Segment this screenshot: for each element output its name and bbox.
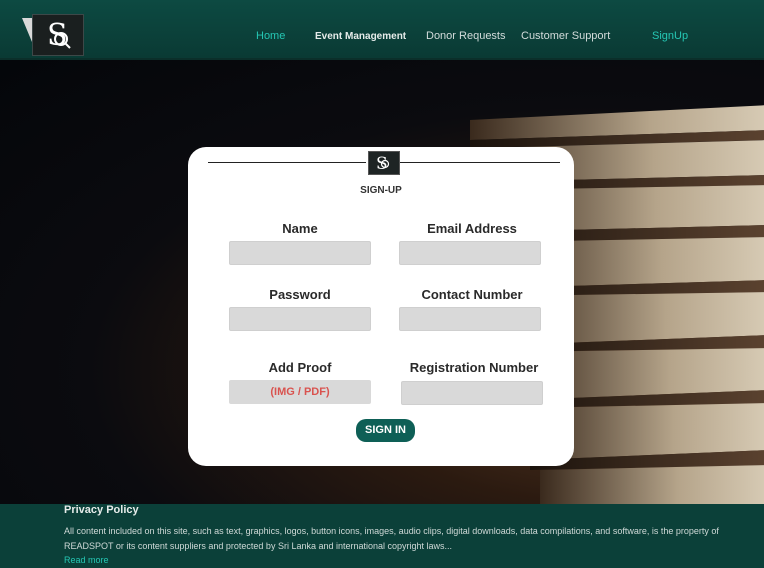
contact-input[interactable] <box>399 307 541 331</box>
divider-left <box>208 162 366 163</box>
read-more-link[interactable]: Read more <box>64 555 109 565</box>
nav-home[interactable]: Home <box>256 30 285 42</box>
top-navbar: S Home Event Management Donor Requests C… <box>0 0 764 60</box>
nav-customer-support[interactable]: Customer Support <box>521 30 610 42</box>
password-label: Password <box>269 287 331 302</box>
form-title: SIGN-UP <box>360 185 402 196</box>
registration-label: Registration Number <box>409 360 539 375</box>
name-label: Name <box>282 221 318 236</box>
footer: Privacy Policy All content included on t… <box>0 504 764 568</box>
email-label: Email Address <box>427 221 517 236</box>
site-logo[interactable]: S <box>22 14 84 56</box>
registration-input[interactable] <box>401 381 543 405</box>
divider-right <box>400 162 560 163</box>
nav-donor-requests[interactable]: Donor Requests <box>426 30 506 42</box>
name-input[interactable] <box>229 241 371 265</box>
signup-card: S SIGN-UP Name Email Address Password Co… <box>188 147 574 466</box>
contact-label: Contact Number <box>421 287 523 302</box>
email-input[interactable] <box>399 241 541 265</box>
logo-mark-icon: S <box>32 14 84 56</box>
nav-event-management[interactable]: Event Management <box>315 31 406 42</box>
password-input[interactable] <box>229 307 371 331</box>
nav-signup[interactable]: SignUp <box>652 30 688 42</box>
logo-flag-icon <box>22 18 32 42</box>
upload-proof-button[interactable]: (IMG / PDF) <box>229 380 371 404</box>
privacy-policy-title: Privacy Policy <box>64 504 139 516</box>
privacy-policy-text: All content included on this site, such … <box>64 526 719 551</box>
proof-label: Add Proof <box>268 360 332 375</box>
card-logo-icon: S <box>368 151 400 175</box>
signin-button[interactable]: SIGN IN <box>356 419 415 442</box>
